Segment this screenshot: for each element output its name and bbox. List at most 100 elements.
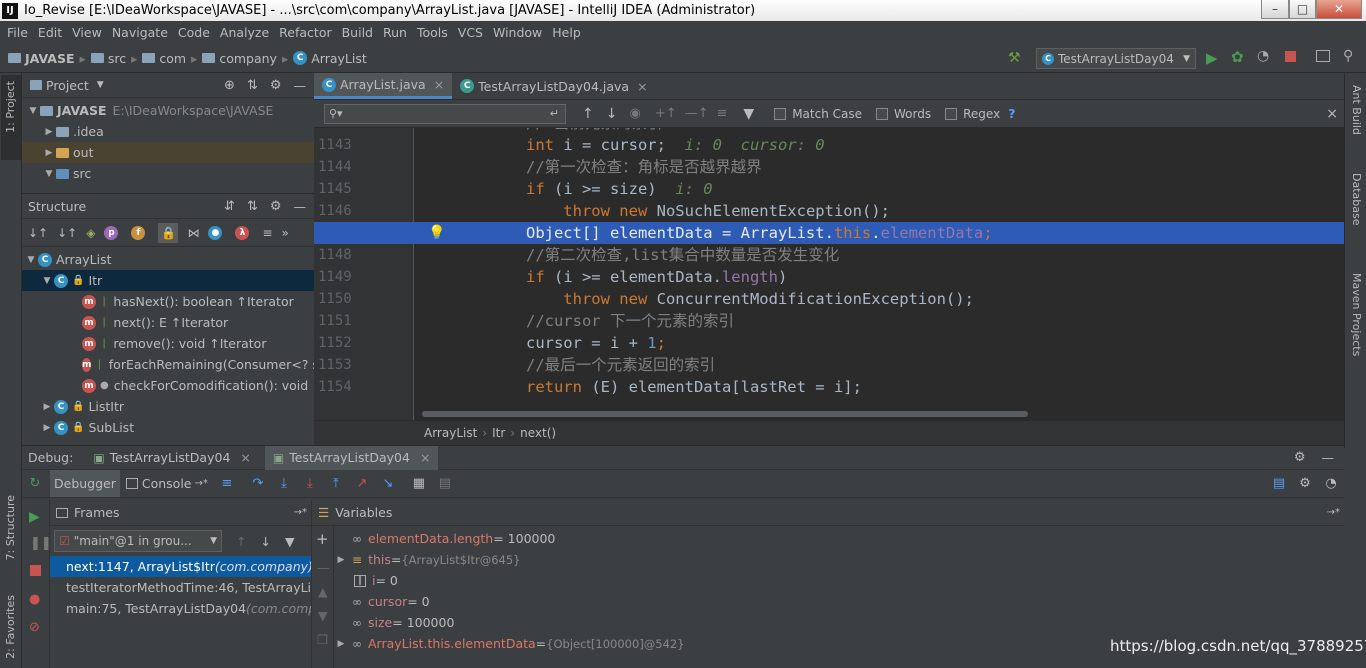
intention-bulb-icon[interactable]: 💡	[428, 222, 445, 244]
frame-item[interactable]: next:1147, ArrayList$Itr (com.company)	[50, 556, 311, 577]
sort-visibility-icon[interactable]: ↓↑	[57, 226, 77, 240]
tool-tab-project[interactable]: 1: Project	[4, 81, 17, 133]
regex-help-icon[interactable]: ?	[1008, 106, 1015, 121]
breadcrumb-src[interactable]: src	[108, 51, 126, 66]
pin-icon[interactable]: →*	[294, 507, 307, 518]
maximize-button[interactable]: □	[1289, 0, 1316, 19]
code-line[interactable]: if (i >= elementData.length)	[414, 266, 1344, 288]
run-icon[interactable]: ▶	[1206, 49, 1218, 67]
debug-bug-icon[interactable]: ✿	[1231, 48, 1244, 66]
structure-method-item[interactable]: m ❘ forEachRemaining(Consumer<? su	[22, 354, 314, 375]
next-occurrence-icon[interactable]: ↓	[606, 106, 618, 122]
find-all-icon[interactable]: ◉	[629, 106, 640, 121]
breadcrumb-root[interactable]: JAVASE	[25, 51, 75, 66]
code-line[interactable]: if (i >= size) i: 0	[414, 178, 1344, 200]
close-find-icon[interactable]: ×	[1326, 106, 1338, 122]
variable-row[interactable]: ∞ elementData.length = 100000	[334, 528, 1344, 549]
search-icon[interactable]: ⚲	[1343, 48, 1353, 64]
match-case-checkbox[interactable]	[774, 107, 787, 120]
run-config-select[interactable]: C TestArrayListDay04 ▼	[1036, 48, 1196, 69]
step-into-icon[interactable]: ⤓	[276, 476, 292, 492]
locate-icon[interactable]: ⊕	[224, 78, 235, 93]
collapsed-icon[interactable]: ▶	[334, 555, 348, 565]
editor-crumb-inner-class[interactable]: Itr	[492, 426, 505, 440]
code-line[interactable]: throw new NoSuchElementException();	[414, 200, 1344, 222]
structure-method-item[interactable]: m ● checkForComodification(): void	[22, 375, 314, 396]
frame-item[interactable]: main:75, TestArrayListDay04 (com.compan	[50, 598, 311, 619]
show-anonymous-icon[interactable]: ●	[208, 225, 223, 240]
hide-icon[interactable]: —	[1322, 450, 1335, 465]
tool-tab-structure[interactable]: 7: Structure	[4, 495, 17, 560]
drop-frame-icon[interactable]: ↗	[354, 476, 370, 492]
structure-item-sublist[interactable]: ▶ C 🔒 SubList	[22, 417, 314, 438]
filter-icon[interactable]: ▼	[285, 534, 295, 549]
breadcrumb-arraylist[interactable]: ArrayList	[311, 51, 367, 66]
evaluate-expression-icon[interactable]: ▦	[411, 476, 427, 492]
tab-console[interactable]: Console →*	[120, 476, 214, 491]
code-line[interactable]: //cursor 下一个元素的索引	[414, 310, 1344, 332]
tool-tab-ant-build[interactable]: Ant Build	[1350, 85, 1363, 135]
close-tab-icon[interactable]: ×	[420, 450, 430, 465]
variable-row[interactable]: ∞ size = 100000	[334, 612, 1344, 633]
menu-analyze[interactable]: Analyze	[220, 25, 269, 40]
debug-session-tab[interactable]: ▣ TestArrayListDay04 ×	[93, 450, 251, 465]
rerun-icon[interactable]: ↻	[27, 476, 43, 492]
code-line[interactable]: //第一次检查：角标是否越界越界	[414, 156, 1344, 178]
menu-navigate[interactable]: Navigate	[112, 25, 168, 40]
tool-tab-maven[interactable]: Maven Projects	[1350, 273, 1363, 356]
structure-method-item[interactable]: m ❘ next(): E ↑Iterator	[22, 312, 314, 333]
gear-icon[interactable]: ⚙	[1294, 450, 1306, 465]
menu-view[interactable]: View	[72, 25, 102, 40]
structure-method-item[interactable]: m ❘ hasNext(): boolean ↑Iterator	[22, 291, 314, 312]
step-out-icon[interactable]: ⤒	[328, 476, 344, 492]
structure-method-item[interactable]: m ❘ remove(): void ↑Iterator	[22, 333, 314, 354]
debug-session-tab-active[interactable]: ▣ TestArrayListDay04 ×	[264, 445, 439, 470]
resume-icon[interactable]: ▶	[29, 509, 40, 525]
tree-item-out[interactable]: ▶ out	[22, 142, 314, 163]
code-line[interactable]: return (E) elementData[lastRet = i];	[414, 376, 1344, 398]
coverage-icon[interactable]: ◔	[1257, 48, 1269, 64]
stop-icon[interactable]	[1285, 51, 1296, 62]
words-checkbox[interactable]	[876, 107, 888, 120]
pause-icon[interactable]: ❚❚	[30, 536, 52, 551]
tab-debugger[interactable]: Debugger	[50, 470, 120, 497]
stop-icon[interactable]	[30, 565, 41, 576]
mute-breakpoints-icon[interactable]: ⊘	[29, 620, 40, 635]
settings-icon[interactable]: ⚙	[1297, 476, 1313, 492]
run-to-cursor-icon[interactable]: ↘	[380, 476, 396, 492]
menu-tools[interactable]: Tools	[417, 25, 448, 40]
show-lambda-badge-icon[interactable]: λ	[235, 225, 250, 240]
editor-crumb-class[interactable]: ArrayList	[424, 426, 477, 440]
menu-edit[interactable]: Edit	[38, 25, 62, 40]
gear-icon[interactable]: ⚙	[270, 199, 282, 214]
breadcrumb-company[interactable]: company	[219, 51, 277, 66]
force-step-into-icon[interactable]: ⤓	[302, 476, 318, 492]
filter-icon[interactable]: ▼	[743, 106, 754, 122]
menu-vcs[interactable]: VCS	[458, 25, 483, 40]
frame-item[interactable]: testIteratorMethodTime:46, TestArrayList…	[50, 577, 311, 598]
minimize-button[interactable]: –	[1261, 0, 1289, 19]
menu-window[interactable]: Window	[493, 25, 542, 40]
close-tab-icon[interactable]: ×	[637, 79, 647, 94]
tree-item-idea[interactable]: ▶ .idea	[22, 121, 314, 142]
trace-icon[interactable]: ▤	[437, 476, 453, 492]
menu-help[interactable]: Help	[552, 25, 581, 40]
tab-arraylist-java[interactable]: C ArrayList.java ×	[314, 73, 453, 99]
menu-code[interactable]: Code	[178, 25, 210, 40]
sort-alpha-icon[interactable]: ↓↑	[28, 226, 48, 240]
tab-testarraylistday04-java[interactable]: C TestArrayListDay04.java ×	[452, 73, 655, 99]
code-line[interactable]: int i = cursor; i: 0 cursor: 0	[414, 134, 1344, 156]
variable-row[interactable]: ▶ ≡ this = {ArrayList$Itr@645}	[334, 549, 1344, 570]
editor-crumb-method[interactable]: next()	[520, 426, 556, 440]
menu-refactor[interactable]: Refactor	[279, 25, 331, 40]
select-all-occurrences-icon[interactable]: ≡	[717, 106, 728, 121]
gear-icon[interactable]: ⚙	[270, 78, 282, 93]
close-tab-icon[interactable]: ×	[240, 450, 250, 465]
regex-checkbox[interactable]	[945, 107, 958, 120]
search-input[interactable]: ⚲▾ ↵	[324, 103, 566, 124]
tool-tab-database[interactable]: Database	[1350, 173, 1363, 226]
collapsed-icon[interactable]: ▶	[334, 639, 348, 649]
build-hammer-icon[interactable]: ⚒	[1008, 50, 1021, 66]
structure-item-arraylist[interactable]: ▼ C ArrayList	[22, 249, 314, 270]
show-execution-point-icon[interactable]: ≡	[219, 476, 235, 492]
